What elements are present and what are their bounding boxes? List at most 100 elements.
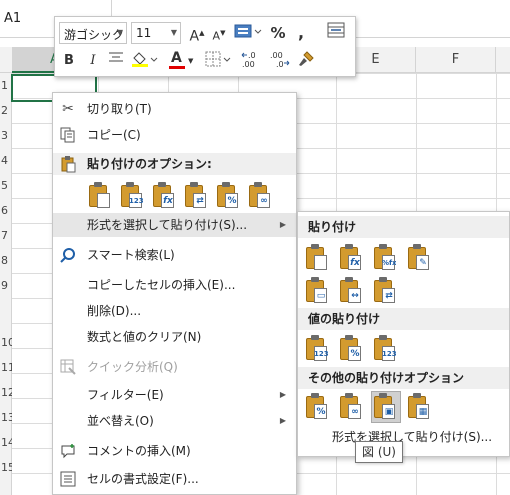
paste-values-source-format-button[interactable]: 123	[372, 334, 400, 364]
chevron-right-icon: ▶	[279, 416, 286, 425]
bold-button[interactable]: B	[59, 50, 79, 72]
paste-option-transpose[interactable]: ⇄	[183, 181, 209, 211]
row-headers: 1 2 3 4 5 6 7 8 9 10 11 12 13 14 15	[0, 73, 12, 495]
paste-values-row: 123 % 123	[304, 334, 400, 364]
paste-transpose-button[interactable]: ⇄	[372, 276, 400, 306]
row-header[interactable]: 5	[0, 173, 12, 198]
row-header[interactable]: 3	[0, 123, 12, 148]
row-header[interactable]: 6	[0, 198, 12, 223]
paste-mark: ⇄	[385, 291, 393, 301]
menu-item-format-cells[interactable]: セルの書式設定(F)...	[53, 467, 296, 491]
paste-row-1: fx %fx ✎	[304, 243, 434, 273]
paste-mark: ✎	[419, 258, 427, 268]
paste-option-formatting[interactable]: %	[215, 181, 241, 211]
font-color-button[interactable]: A ▼	[167, 50, 197, 72]
paste-values-number-format-button[interactable]: %	[338, 334, 366, 364]
italic-button[interactable]: I	[83, 50, 103, 72]
align-center-button[interactable]	[105, 50, 127, 72]
row-header[interactable]: 12	[0, 380, 12, 405]
paste-formulas-button[interactable]: fx	[338, 243, 366, 273]
paste-mark: %	[227, 196, 237, 206]
chevron-down-icon: ▼	[188, 57, 194, 65]
paste-mark	[97, 194, 111, 208]
paste-mark: ↔	[351, 291, 359, 301]
row-header[interactable]: 10	[0, 330, 12, 355]
row-header[interactable]: 13	[0, 405, 12, 430]
percent-style-button[interactable]: %	[267, 22, 289, 44]
paste-option-values[interactable]: 123	[119, 181, 145, 211]
font-size-value: 11	[136, 26, 152, 40]
menu-item-sort[interactable]: 並べ替え(O) ▶	[53, 409, 296, 433]
menu-item-label: コメントの挿入(M)	[87, 444, 191, 458]
menu-item-copy[interactable]: コピー(C)	[53, 123, 296, 147]
paste-special-submenu: 貼り付け fx %fx ✎ ▭ ↔ ⇄ 値の貼り付け 123 % 123 その他…	[297, 211, 510, 457]
row-header[interactable]: 14	[0, 430, 12, 455]
menu-item-filter[interactable]: フィルター(E) ▶	[53, 383, 296, 407]
row-header[interactable]: 4	[0, 148, 12, 173]
menu-item-label: クイック分析(Q)	[87, 360, 178, 374]
number-format-button[interactable]	[231, 22, 265, 44]
menu-item-label: 数式と値のクリア(N)	[87, 330, 202, 344]
merge-cells-icon	[327, 22, 345, 38]
borders-icon	[205, 51, 231, 67]
paste-mark: %	[316, 407, 326, 417]
menu-item-paste-special[interactable]: 形式を選択して貼り付け(S)... ▶	[53, 213, 296, 237]
svg-text:.00: .00	[242, 60, 255, 68]
decrease-decimal-button[interactable]: .00.0	[267, 50, 291, 72]
paste-formatting-button[interactable]: %	[304, 392, 332, 422]
menu-item-label: コピー(C)	[87, 128, 141, 142]
menu-item-smart-lookup[interactable]: スマート検索(L)	[53, 243, 296, 267]
chevron-down-icon: ▼	[116, 28, 123, 37]
increase-decimal-button[interactable]: .0.00	[239, 50, 263, 72]
svg-text:.0: .0	[248, 51, 256, 60]
paste-link-button[interactable]: ∞	[338, 392, 366, 422]
paste-picture-button[interactable]: ▣	[371, 391, 401, 423]
menu-item-quick-analysis: クイック分析(Q)	[53, 355, 296, 379]
menu-item-clear-contents[interactable]: 数式と値のクリア(N)	[53, 325, 296, 349]
context-menu: ✂ 切り取り(T) コピー(C) 貼り付けのオプション: 123 fx ⇄ % …	[52, 92, 297, 495]
row-header[interactable]: 7	[0, 223, 12, 248]
row-header[interactable]: 9	[0, 273, 12, 298]
paste-mark: fx	[163, 196, 173, 206]
row-header[interactable]: 11	[0, 355, 12, 380]
fill-color-icon	[132, 52, 158, 67]
format-painter-button[interactable]	[295, 50, 319, 72]
menu-item-insert-comment[interactable]: コメントの挿入(M)	[53, 439, 296, 463]
paste-option-formulas[interactable]: fx	[151, 181, 177, 211]
paste-button[interactable]	[304, 243, 332, 273]
row-header[interactable]: 8	[0, 248, 12, 273]
paste-keep-source-formatting-button[interactable]: ✎	[406, 243, 434, 273]
menu-item-cut[interactable]: ✂ 切り取り(T)	[53, 97, 296, 121]
menu-item-delete[interactable]: 削除(D)...	[53, 299, 296, 323]
font-name-box[interactable]: 游ゴシック ▼	[59, 22, 127, 44]
paste-mark: 123	[314, 350, 328, 358]
paste-icon	[61, 155, 79, 173]
paste-mark: ▭	[316, 291, 326, 301]
merge-center-button[interactable]	[325, 22, 347, 44]
paste-keep-column-widths-button[interactable]: ↔	[338, 276, 366, 306]
increase-font-size-button[interactable]: A▲	[187, 22, 207, 45]
decrease-font-size-button[interactable]: A▼	[209, 22, 229, 44]
fill-color-button[interactable]	[129, 50, 159, 72]
menu-item-label: スマート検索(L)	[87, 248, 175, 262]
column-header-f[interactable]: F	[416, 47, 496, 73]
menu-item-label: 形式を選択して貼り付け(S)...	[87, 218, 248, 232]
paste-option-paste[interactable]	[87, 181, 113, 211]
paste-option-link[interactable]: ∞	[247, 181, 273, 211]
submenu-section-values: 値の貼り付け	[298, 308, 509, 330]
paste-mark: ▦	[418, 407, 428, 417]
paste-values-button[interactable]: 123	[304, 334, 332, 364]
font-color-swatch	[169, 66, 185, 69]
increase-font-icon: A	[189, 28, 200, 45]
paste-formulas-number-format-button[interactable]: %fx	[372, 243, 400, 273]
comma-style-button[interactable]: ,	[291, 22, 311, 44]
paste-mark: ⇄	[196, 196, 204, 206]
menu-item-insert-copied-cells[interactable]: コピーしたセルの挿入(E)...	[53, 273, 296, 297]
paste-mark: ∞	[351, 407, 359, 417]
row-header[interactable]: 15	[0, 455, 12, 480]
paste-no-borders-button[interactable]: ▭	[304, 276, 332, 306]
font-size-box[interactable]: 11 ▼	[131, 22, 181, 44]
paste-linked-picture-button[interactable]: ▦	[406, 392, 434, 422]
borders-button[interactable]	[203, 50, 233, 72]
decrease-font-icon: A	[212, 29, 221, 43]
